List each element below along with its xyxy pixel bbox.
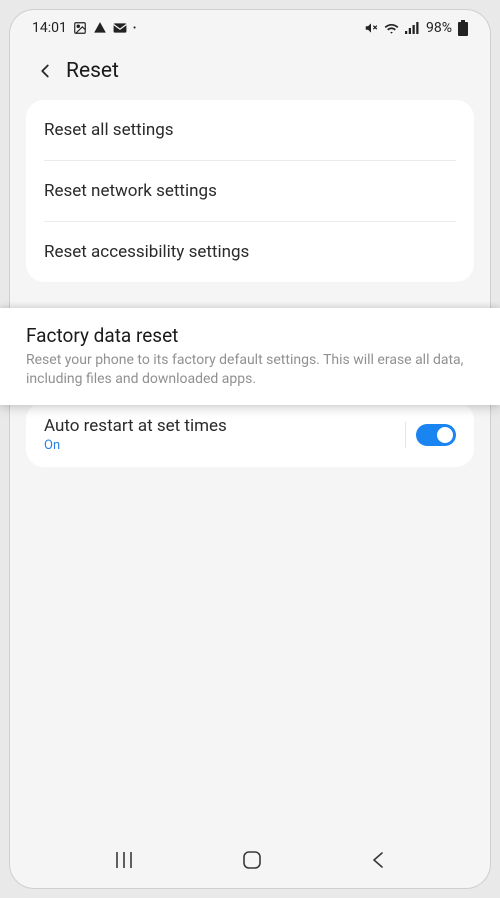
auto-restart-toggle-wrap (405, 422, 456, 448)
navigation-bar (10, 838, 490, 888)
factory-data-reset[interactable]: Factory data reset Reset your phone to i… (0, 308, 500, 405)
reset-accessibility-settings[interactable]: Reset accessibility settings (26, 222, 474, 282)
auto-restart-status: On (44, 438, 227, 453)
battery-percent: 98% (426, 20, 452, 36)
content-area: Reset all settings Reset network setting… (10, 100, 490, 838)
reset-options-card: Reset all settings Reset network setting… (26, 100, 474, 282)
status-bar: 14:01 • 98% (10, 10, 490, 46)
chevron-left-icon (34, 60, 56, 82)
home-icon (242, 850, 262, 870)
auto-restart-toggle[interactable] (416, 424, 456, 446)
reset-network-settings[interactable]: Reset network settings (26, 161, 474, 221)
home-button[interactable] (242, 850, 262, 870)
nav-back-button[interactable] (370, 850, 386, 870)
status-time: 14:01 (32, 20, 67, 36)
more-icon: • (133, 23, 136, 34)
recents-icon (114, 851, 134, 869)
mute-icon (364, 21, 378, 35)
page-header: Reset (10, 46, 490, 100)
auto-restart-title: Auto restart at set times (44, 416, 227, 436)
status-right: 98% (364, 20, 468, 36)
wifi-icon (384, 22, 399, 34)
image-icon (73, 21, 87, 35)
page-title: Reset (66, 59, 119, 83)
reset-all-settings[interactable]: Reset all settings (26, 100, 474, 160)
auto-restart-labels: Auto restart at set times On (44, 416, 227, 453)
auto-restart-card[interactable]: Auto restart at set times On (26, 402, 474, 467)
back-button[interactable] (30, 56, 60, 86)
device-frame: 14:01 • 98% (10, 10, 490, 888)
mail-icon (113, 22, 127, 34)
signal-icon (405, 22, 420, 34)
battery-icon (458, 20, 468, 36)
recents-button[interactable] (114, 851, 134, 869)
factory-reset-title: Factory data reset (26, 324, 474, 347)
chevron-left-icon (370, 850, 386, 870)
factory-reset-description: Reset your phone to its factory default … (26, 351, 474, 389)
toggle-knob (436, 426, 454, 444)
status-left: 14:01 • (32, 20, 136, 36)
toggle-separator (405, 422, 406, 448)
warning-icon (93, 21, 107, 35)
